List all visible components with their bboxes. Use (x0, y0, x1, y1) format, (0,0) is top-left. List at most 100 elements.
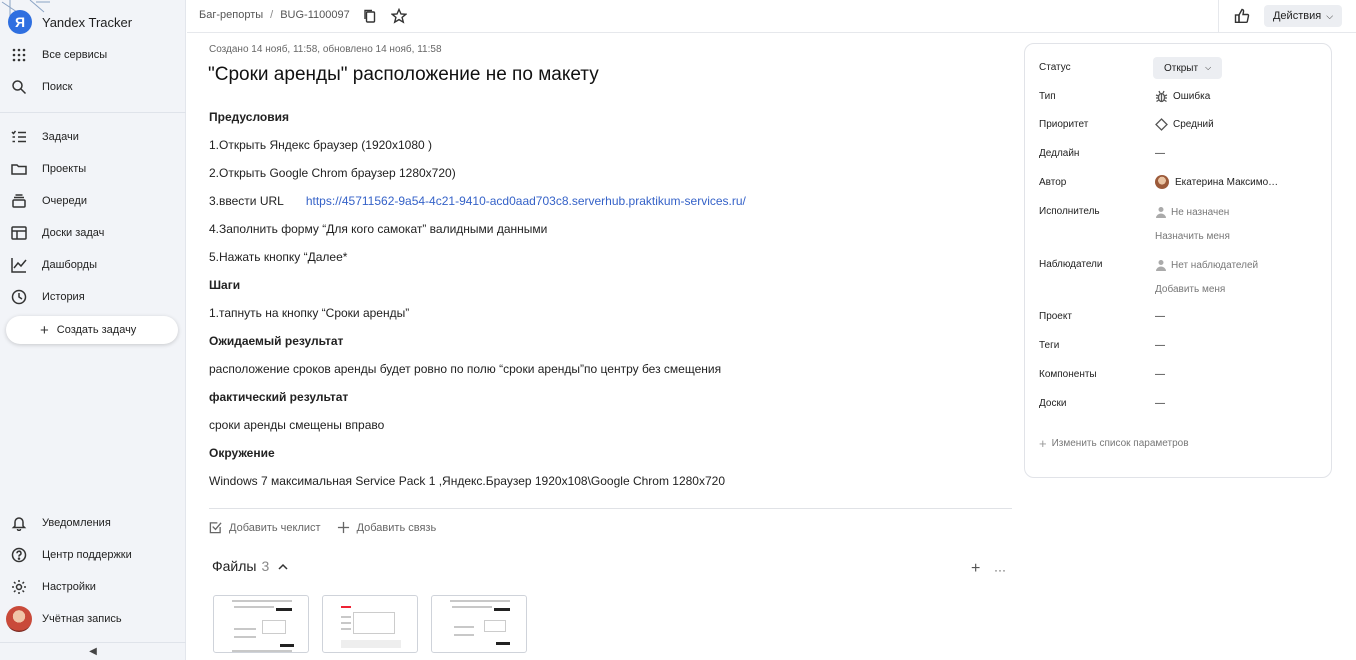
brand[interactable]: Я Yandex Tracker (8, 8, 132, 36)
issue-meta: Создано 14 нояб, 11:58, обновлено 14 ноя… (209, 44, 442, 55)
description-text: 3.ввести URL (209, 194, 284, 208)
file-thumbnail[interactable] (431, 595, 527, 653)
assign-me-link[interactable]: Назначить меня (1155, 231, 1230, 242)
plus-icon: + (1039, 436, 1047, 451)
sidebar-item-label: Уведомления (42, 517, 111, 529)
help-icon (10, 546, 28, 564)
type-value: Ошибка (1173, 91, 1211, 102)
sidebar-item-history[interactable]: История (0, 283, 186, 311)
sidebar: Я Yandex Tracker Все сервисы Поиск Задач… (0, 0, 186, 660)
folder-icon (10, 160, 28, 178)
priority-value-field[interactable]: Средний (1155, 118, 1214, 131)
components-value[interactable]: — (1155, 369, 1165, 380)
sidebar-item-label: Центр поддержки (42, 549, 132, 561)
thumb-line (232, 650, 292, 652)
tags-value[interactable]: — (1155, 340, 1165, 351)
description-url-link[interactable]: https://45711562-9a54-4c21-9410-acd0aad7… (306, 194, 746, 208)
thumb-line (450, 600, 510, 602)
chevron-down-icon: ⌵ (1205, 63, 1212, 72)
thumb-line (234, 636, 256, 638)
brand-name: Yandex Tracker (42, 14, 133, 30)
assignee-value-field[interactable]: Не назначен (1155, 206, 1229, 218)
add-file-icon[interactable]: + (971, 560, 980, 578)
deadline-label: Дедлайн (1039, 148, 1080, 159)
add-checklist-button[interactable]: Добавить чеклист (209, 521, 321, 534)
sidebar-item-boards[interactable]: Доски задач (0, 219, 186, 247)
author-value-field[interactable]: Екатерина Максимо… (1155, 175, 1278, 189)
thumb-bar (276, 608, 292, 611)
description-line: сроки аренды смещены вправо (209, 418, 385, 432)
thumb-bar (494, 608, 510, 611)
sidebar-item-all-services[interactable]: Все сервисы (0, 41, 186, 69)
plus-icon (337, 521, 349, 534)
sidebar-item-label: Доски задач (42, 227, 105, 239)
sidebar-item-label: Все сервисы (42, 49, 108, 61)
sidebar-item-settings[interactable]: Настройки (0, 573, 186, 601)
edit-params-button[interactable]: + Изменить список параметров (1039, 436, 1189, 451)
sidebar-item-tasks[interactable]: Задачи (0, 123, 186, 151)
thumb-line (234, 628, 256, 630)
sidebar-item-projects[interactable]: Проекты (0, 155, 186, 183)
collapse-sidebar-button[interactable]: ◀ (0, 642, 186, 660)
more-icon[interactable]: ··· (994, 563, 1006, 577)
type-value-field[interactable]: Ошибка (1155, 90, 1210, 103)
actions-dropdown-button[interactable]: Действия ⌵ (1264, 5, 1342, 27)
issue-properties-panel: Статус Открыт ⌵ Тип Ошибка Приоритет Сре… (1024, 43, 1332, 478)
add-link-button[interactable]: Добавить связь (337, 521, 437, 534)
add-me-link[interactable]: Добавить меня (1155, 284, 1225, 295)
followers-value-field[interactable]: Нет наблюдателей (1155, 259, 1258, 271)
files-section-toggle[interactable]: Файлы 3 (212, 558, 289, 574)
status-label: Статус (1039, 62, 1071, 73)
history-icon (10, 288, 28, 306)
thumb-line (452, 606, 492, 608)
sidebar-item-queues[interactable]: Очереди (0, 187, 186, 215)
sidebar-item-label: Настройки (42, 581, 96, 593)
person-icon (1156, 260, 1166, 271)
priority-value: Средний (1173, 119, 1214, 130)
file-thumbnail[interactable] (213, 595, 309, 653)
sidebar-item-dashboards[interactable]: Дашборды (0, 251, 186, 279)
thumb-box (484, 620, 506, 632)
thumbs-up-icon[interactable] (1234, 8, 1250, 24)
assignee-value: Не назначен (1171, 206, 1230, 218)
gear-icon (10, 578, 28, 596)
author-value: Екатерина Максимо… (1175, 176, 1279, 188)
issue-title[interactable]: "Сроки аренды" расположение не по макету (208, 64, 599, 86)
issue-description[interactable]: Предусловия 1.Открыть Яндекс браузер (19… (209, 108, 1009, 500)
thumb-line (341, 616, 351, 618)
chart-icon (10, 256, 28, 274)
boards-value[interactable]: — (1155, 398, 1165, 409)
person-icon (1156, 207, 1166, 218)
star-icon[interactable] (390, 7, 408, 24)
description-line: 4.Заполнить форму “Для кого самокат” вал… (209, 222, 548, 236)
assignee-label: Исполнитель (1039, 206, 1100, 217)
components-label: Компоненты (1039, 369, 1097, 380)
description-line: Windows 7 максимальная Service Pack 1 ,Я… (209, 474, 726, 488)
avatar (6, 606, 32, 632)
description-line: Ожидаемый результат (209, 334, 344, 348)
sidebar-item-account[interactable]: Учётная запись (0, 605, 186, 633)
breadcrumb-issue-key[interactable]: BUG-1100097 (280, 9, 350, 21)
sidebar-item-support[interactable]: Центр поддержки (0, 541, 186, 569)
collapse-arrow-icon: ◀ (89, 646, 97, 657)
deadline-value[interactable]: — (1155, 148, 1165, 159)
sidebar-item-label: История (42, 291, 85, 303)
sidebar-divider (0, 112, 186, 113)
project-value[interactable]: — (1155, 311, 1165, 322)
thumb-line (454, 634, 474, 636)
status-value: Открыт (1164, 62, 1199, 74)
queues-icon (10, 192, 28, 210)
copy-icon[interactable] (362, 8, 378, 24)
sidebar-item-search[interactable]: Поиск (0, 73, 186, 101)
description-line: 5.Нажать кнопку “Далее* (209, 250, 348, 264)
create-task-button[interactable]: + Создать задачу (6, 316, 178, 344)
file-thumbnail[interactable] (322, 595, 418, 653)
status-dropdown[interactable]: Открыт ⌵ (1153, 57, 1223, 79)
content-divider (209, 508, 1012, 509)
boards-label: Доски (1039, 398, 1067, 409)
add-link-label: Добавить связь (356, 521, 437, 534)
breadcrumb-queue-link[interactable]: Баг-репорты (199, 9, 263, 21)
thumb-box (353, 612, 395, 634)
sidebar-item-notifications[interactable]: Уведомления (0, 509, 186, 537)
breadcrumb-separator: / (270, 9, 274, 21)
